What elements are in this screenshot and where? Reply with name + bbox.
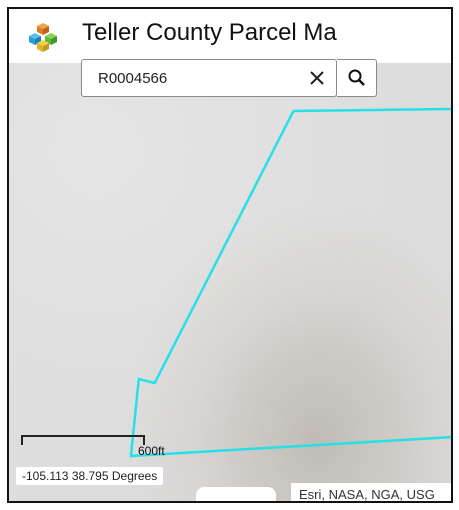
map-app-frame: Teller County Parcel Ma 600ft -105.113 3… bbox=[7, 7, 453, 503]
coordinate-readout: -105.113 38.795 Degrees bbox=[16, 467, 164, 485]
search-icon bbox=[348, 69, 365, 86]
app-title: Teller County Parcel Ma bbox=[82, 19, 337, 46]
app-header: Teller County Parcel Ma bbox=[9, 9, 451, 63]
panel-handle[interactable] bbox=[196, 487, 276, 501]
scale-label: 600ft bbox=[138, 444, 165, 458]
parcel-search-box bbox=[81, 59, 337, 97]
search-button[interactable] bbox=[337, 59, 377, 97]
search-input[interactable] bbox=[82, 60, 292, 96]
close-icon bbox=[310, 71, 324, 85]
clear-search-button[interactable] bbox=[302, 61, 332, 95]
map-attribution: Esri, NASA, NGA, USG bbox=[291, 483, 451, 501]
stacked-cubes-icon bbox=[29, 23, 57, 52]
scale-bar bbox=[21, 435, 145, 445]
